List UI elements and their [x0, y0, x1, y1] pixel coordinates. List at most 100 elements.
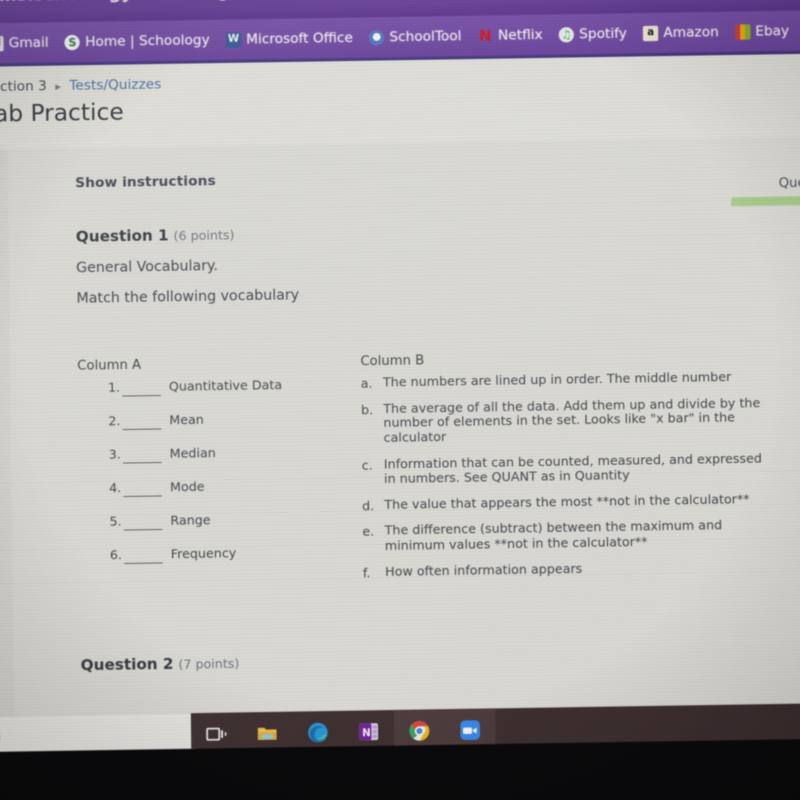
item-index: 4. — [109, 479, 122, 496]
list-item[interactable]: 5. Range — [79, 510, 343, 548]
item-letter: e. — [362, 523, 375, 540]
schoology-assessment-page: ): Section 3 ▸ Tests/Quizzes ocab Practi… — [0, 53, 800, 717]
bookmark-label: Spotify — [579, 25, 627, 43]
task-view-icon — [206, 727, 227, 741]
taskbar-button-microsoft-edge[interactable] — [292, 711, 343, 752]
breadcrumb-separator-icon: ▸ — [55, 79, 61, 94]
bookmark-label: Home | Schoology — [85, 31, 210, 50]
taskbar-button-file-explorer[interactable] — [242, 712, 293, 752]
item-definition: The value that appears the most **not in… — [384, 491, 750, 512]
bookmark-label: Gmail — [8, 34, 49, 52]
gmail-icon: M — [0, 35, 4, 52]
bookmark-label: SchoolTool — [389, 27, 462, 46]
question2-heading: Question 2 (7 points) — [81, 654, 240, 675]
item-term: Mean — [169, 411, 204, 428]
bookmark-schooltool[interactable]: ● SchoolTool — [361, 19, 470, 55]
item-term: Range — [170, 511, 211, 528]
list-item: e. The difference (subtract) between the… — [362, 517, 768, 554]
list-item[interactable]: 3. Median — [78, 443, 342, 481]
item-definition: The average of all the data. Add them up… — [383, 394, 761, 446]
show-instructions-link[interactable]: Show instructions — [75, 173, 216, 191]
bookmark-amazon[interactable]: a Amazon — [635, 15, 727, 51]
assessment-sheet: Show instructions Questions Question 1 (… — [7, 136, 800, 717]
answer-blank-input[interactable] — [124, 562, 163, 565]
item-letter: b. — [360, 401, 374, 417]
list-item: b. The average of all the data. Add them… — [360, 394, 767, 446]
answer-blank-input[interactable] — [123, 528, 163, 531]
microsoft-edge-icon — [308, 722, 328, 743]
item-letter: c. — [361, 457, 373, 473]
taskbar-button-google-chrome[interactable] — [393, 709, 446, 752]
bookmark-spotify[interactable]: ♫ Spotify — [551, 16, 636, 52]
url-path: /assignment/4931221401/assessment — [178, 0, 511, 3]
question1-points: (6 points) — [173, 227, 235, 244]
item-index: 6. — [109, 546, 123, 563]
item-letter: d. — [361, 497, 375, 514]
schoology-icon: S — [64, 34, 81, 50]
questions-progress-fill — [731, 195, 800, 207]
item-letter: a. — [360, 375, 373, 391]
item-index: 2. — [108, 412, 121, 429]
ebay-icon — [734, 23, 751, 40]
breadcrumb-course: ): Section 3 — [0, 78, 47, 96]
zoom-icon — [460, 720, 481, 741]
schooltool-icon: ● — [369, 29, 385, 46]
bookmark-home-schoology[interactable]: S Home | Schoology — [57, 23, 218, 60]
amazon-icon: a — [642, 25, 659, 41]
bookmark-label: Amazon — [663, 23, 719, 41]
item-index: 1. — [107, 379, 121, 395]
url-host: schils.schoology.com — [0, 0, 178, 6]
item-index: 3. — [108, 446, 121, 462]
question1-label: Question 1 — [75, 226, 169, 247]
bookmark-gmail[interactable]: M Gmail — [0, 25, 57, 61]
column-b-header: Column B — [360, 353, 425, 370]
screen-photo: schils.schoology.com/assignment/49312214… — [0, 0, 800, 800]
monitor-screen: schils.schoology.com/assignment/49312214… — [0, 0, 800, 752]
taskbar-button-onenote[interactable]: N — [343, 710, 394, 752]
content-band: Show instructions Questions Question 1 (… — [0, 136, 800, 717]
breadcrumb: ): Section 3 ▸ Tests/Quizzes — [0, 76, 161, 95]
page-header: ): Section 3 ▸ Tests/Quizzes ocab Practi… — [0, 53, 800, 151]
question2-label: Question 2 — [80, 654, 174, 675]
column-a-list: 1. Quantitative Data 2. Mean 3. Median 4… — [77, 376, 343, 581]
taskbar-button-task-view[interactable] — [191, 712, 242, 752]
file-explorer-icon — [257, 727, 277, 741]
taskbar-search-input[interactable]: arch — [0, 713, 196, 752]
svg-text:N: N — [362, 728, 371, 739]
item-term: Frequency — [170, 545, 237, 562]
address-bar-url: schils.schoology.com/assignment/49312214… — [0, 0, 511, 6]
spotify-icon: ♫ — [558, 26, 575, 43]
column-b-list: a. The numbers are lined up in order. Th… — [361, 369, 769, 591]
answer-blank-input[interactable] — [122, 428, 162, 431]
item-index: 5. — [109, 513, 122, 529]
netflix-icon: N — [478, 25, 492, 45]
bookmark-ebay[interactable]: Ebay — [727, 13, 798, 49]
list-item: d. The value that appears the most **not… — [361, 491, 768, 514]
answer-blank-input[interactable] — [123, 495, 162, 498]
questions-progress-bar — [731, 195, 800, 207]
item-definition: The difference (subtract) between the ma… — [384, 517, 723, 553]
list-item: f. How often information appears — [363, 559, 769, 581]
bookmark-label: Netflix — [497, 26, 543, 44]
list-item[interactable]: 1. Quantitative Data — [77, 376, 341, 414]
answer-blank-input[interactable] — [123, 461, 162, 464]
page-title: ocab Practice — [0, 99, 124, 128]
list-item[interactable]: 4. Mode — [79, 476, 343, 514]
breadcrumb-section[interactable]: Tests/Quizzes — [69, 76, 161, 94]
taskbar-button-zoom[interactable] — [444, 708, 496, 752]
question1-heading: Question 1 (6 points) — [76, 225, 235, 246]
bookmark-microsoft-office[interactable]: W Microsoft Office — [218, 20, 362, 57]
onenote-icon: N — [359, 723, 379, 741]
bookmark-label: Ebay — [755, 22, 790, 40]
question1-prompt-line1: General Vocabulary. — [76, 258, 219, 277]
bookmark-netflix[interactable]: N Netflix — [469, 17, 551, 53]
bookmark-label: Microsoft Office — [246, 29, 353, 48]
list-item: a. The numbers are lined up in order. Th… — [360, 369, 767, 391]
questions-panel-label: Questions — [778, 175, 800, 192]
column-a-header: Column A — [77, 357, 142, 374]
list-item[interactable]: 2. Mean — [78, 409, 342, 447]
item-term: Mode — [169, 478, 205, 495]
answer-blank-input[interactable] — [122, 394, 161, 397]
list-item[interactable]: 6. Frequency — [79, 543, 343, 581]
item-definition: How often information appears — [385, 560, 583, 579]
